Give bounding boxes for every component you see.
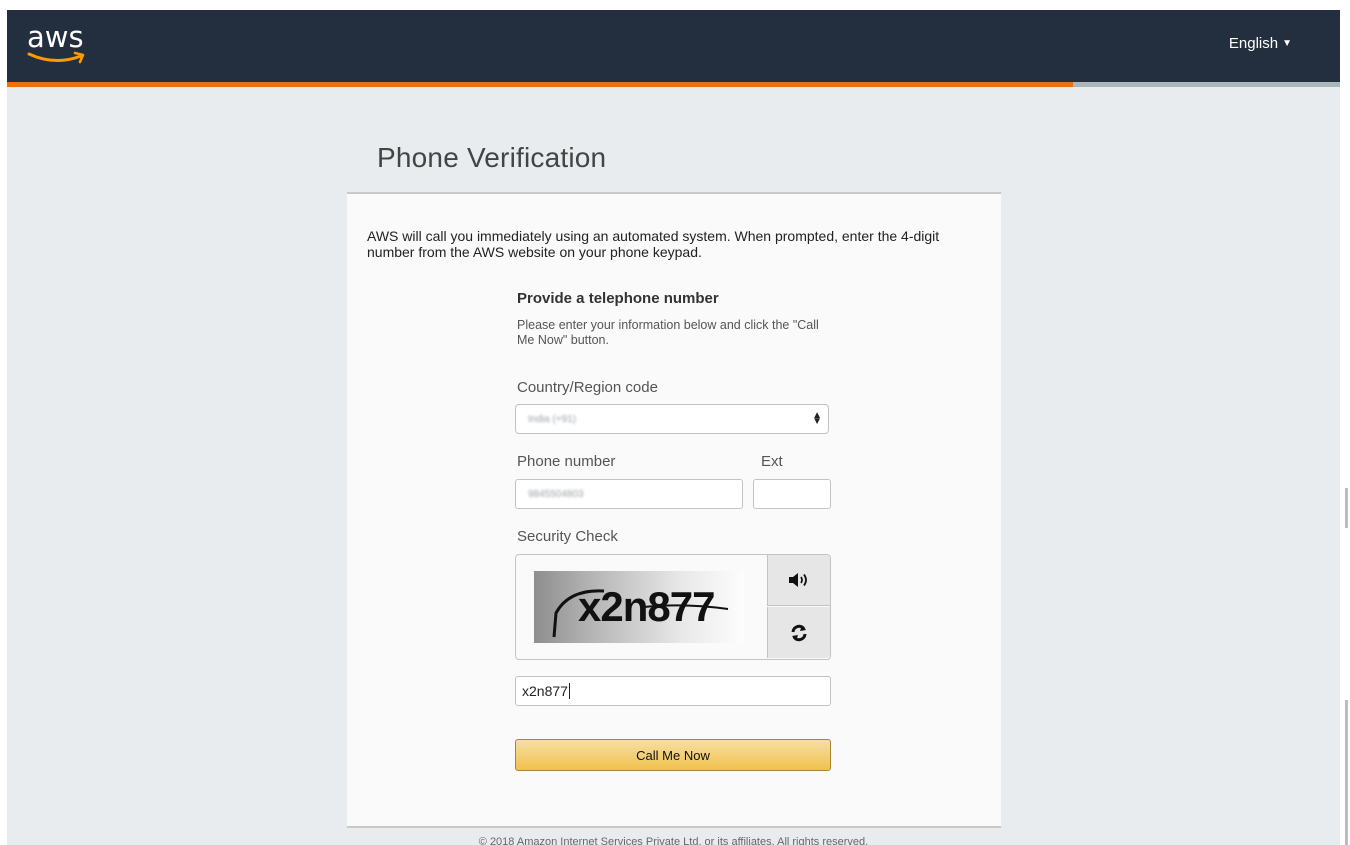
ext-input[interactable] [753,479,831,509]
language-label: English [1228,35,1279,52]
country-label: Country/Region code [517,379,658,396]
signup-progress-bar [7,82,1340,87]
footer-copyright: © 2018 Amazon Internet Services Private … [478,836,869,845]
scroll-indicator [1345,488,1348,528]
section-description: Please enter your information below and … [517,318,819,347]
smile-arrow-icon [27,51,85,64]
progress-fill [7,82,1074,87]
phone-value: 9845504803 [528,488,584,500]
country-select[interactable]: India (+91) ▲ ▼ [515,404,829,434]
captcha-image: x2n877 [534,571,744,643]
language-selector[interactable]: English ▼ [1229,35,1292,52]
call-me-now-button[interactable]: Call Me Now [515,739,831,771]
page-title: Phone Verification [377,142,607,173]
country-value: India (+91) [528,413,577,425]
phone-label: Phone number [517,453,616,470]
aws-logo[interactable]: aws [25,18,95,72]
select-arrows-icon: ▲ ▼ [812,410,822,427]
speaker-icon [789,573,807,587]
verification-card: AWS will call you immediately using an a… [347,192,1001,828]
intro-text: AWS will call you immediately using an a… [367,228,940,260]
refresh-captcha-button[interactable] [767,607,830,658]
captcha-box: x2n877 [515,554,831,660]
refresh-icon [791,624,807,641]
app-window: aws English ▼ Phone Verification AWS wil… [7,10,1340,845]
captcha-text: x2n877 [578,583,715,630]
phone-number-input[interactable]: 9845504803 [515,479,743,509]
captcha-input[interactable]: x2n877 [515,676,831,706]
security-check-label: Security Check [517,528,618,545]
captcha-input-value: x2n877 [522,683,568,699]
top-bar: aws English ▼ [7,10,1340,82]
ext-label: Ext [761,453,783,470]
audio-captcha-button[interactable] [767,555,830,606]
section-title: Provide a telephone number [517,290,719,307]
text-cursor [568,683,570,699]
caret-down-icon: ▼ [1282,38,1292,49]
logo-text: aws [27,20,84,54]
window-edge [1341,0,1350,845]
scroll-indicator [1345,700,1348,845]
